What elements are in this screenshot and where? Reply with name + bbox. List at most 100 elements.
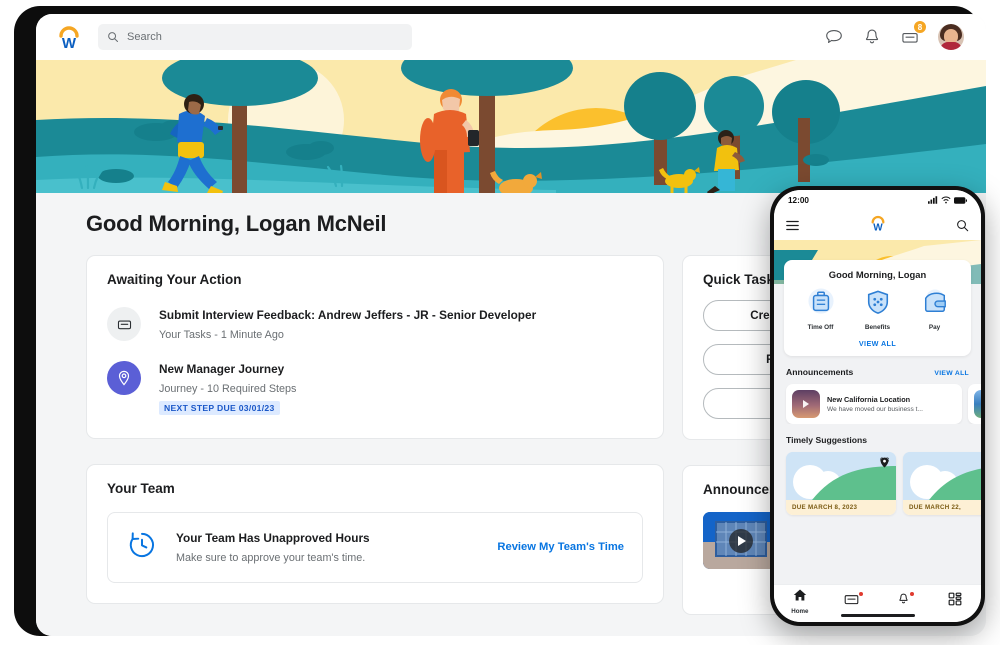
- video-thumbnail[interactable]: [703, 512, 779, 569]
- status-time: 12:00: [788, 196, 809, 205]
- top-navigation-bar: W Search: [36, 14, 986, 60]
- home-indicator: [841, 614, 915, 617]
- tab-home[interactable]: Home: [778, 588, 822, 615]
- phone-screen: 12:00: [774, 190, 981, 622]
- clock-refresh-icon: [126, 529, 158, 566]
- team-alert-row[interactable]: Your Team Has Unapproved Hours Make sure…: [107, 512, 643, 583]
- shield-icon: [865, 288, 891, 316]
- play-icon: [803, 400, 809, 408]
- tab-label: Home: [778, 608, 822, 615]
- wifi-icon: [941, 196, 951, 204]
- inbox-icon: [107, 307, 141, 341]
- chat-icon[interactable]: [824, 27, 844, 47]
- announcement-item[interactable]: New California Location We have moved ou…: [786, 384, 962, 424]
- inbox-icon: [844, 592, 859, 606]
- screenshot-root: W Search: [0, 0, 1000, 645]
- location-pin-icon: [880, 457, 889, 468]
- bell-icon: [897, 592, 910, 606]
- status-icons: [928, 196, 967, 204]
- wallet-icon: [922, 288, 948, 316]
- search-icon: [107, 31, 119, 43]
- tile-time-off[interactable]: Time Off: [795, 288, 847, 331]
- due-badge: NEXT STEP DUE 03/01/23: [159, 401, 280, 415]
- phone-suggestions-header: Timely Suggestions: [774, 424, 981, 445]
- notification-dot: [859, 592, 863, 596]
- phone-status-bar: 12:00: [774, 190, 981, 210]
- phone-quick-actions-card: Good Morning, Logan Time Off: [784, 260, 971, 356]
- left-column: Awaiting Your Action Submit Interview Fe…: [86, 255, 664, 604]
- inbox-icon[interactable]: 8: [900, 27, 920, 47]
- svg-text:W: W: [873, 222, 883, 233]
- avatar[interactable]: [938, 24, 964, 50]
- search-icon[interactable]: [956, 219, 969, 232]
- notification-dot: [910, 592, 914, 596]
- tile-label: Pay: [909, 324, 961, 331]
- svg-text:W: W: [62, 35, 77, 52]
- suggestion-progress: 0/3: [880, 457, 889, 464]
- tab-notifications[interactable]: [881, 592, 925, 611]
- tab-inbox[interactable]: [830, 592, 874, 611]
- tile-label: Time Off: [795, 324, 847, 331]
- announcements-view-all-link[interactable]: VIEW ALL: [934, 370, 969, 377]
- tile-pay[interactable]: Pay: [909, 288, 961, 331]
- inbox-badge-count: 8: [913, 20, 927, 34]
- phone-device-frame: 12:00: [770, 186, 985, 626]
- announcement-body: We have moved our business t...: [827, 406, 923, 413]
- topbar-actions: 8: [824, 24, 968, 50]
- announcement-title: New California Location: [827, 395, 923, 404]
- team-alert-text: Your Team Has Unapproved Hours Make sure…: [176, 531, 479, 564]
- page-title: Good Morning, Logan McNeil: [86, 211, 386, 237]
- bell-icon[interactable]: [862, 27, 882, 47]
- tile-benefits[interactable]: Benefits: [852, 288, 904, 331]
- suggestion-due-badge: DUE MARCH 22,: [903, 500, 981, 515]
- phone-announcements-strip[interactable]: New California Location We have moved ou…: [774, 377, 981, 424]
- video-thumbnail[interactable]: [792, 390, 820, 418]
- action-item-text: New Manager Journey Journey - 10 Require…: [159, 361, 296, 416]
- announcements-title: Announcements: [786, 367, 853, 377]
- your-team-card: Your Team Your Team Has Unapproved: [86, 464, 664, 604]
- announcement-text: New California Location We have moved ou…: [827, 395, 923, 413]
- apps-grid-icon: [948, 592, 962, 606]
- phone-nav-bar: W: [774, 210, 981, 240]
- action-item[interactable]: New Manager Journey Journey - 10 Require…: [107, 361, 643, 416]
- suitcase-icon: [808, 288, 834, 316]
- suggestion-image: [903, 452, 981, 500]
- team-alert-subtitle: Make sure to approve your team's time.: [176, 552, 479, 564]
- suggestion-due-badge: DUE MARCH 8, 2023: [786, 500, 896, 515]
- photo-thumbnail[interactable]: [974, 390, 981, 418]
- tile-label: Benefits: [852, 324, 904, 331]
- action-item-title: Submit Interview Feedback: Andrew Jeffer…: [159, 307, 536, 324]
- phone-announcements-header: Announcements VIEW ALL: [774, 356, 981, 377]
- hamburger-menu-icon[interactable]: [786, 220, 799, 231]
- phone-tiles: Time Off Benefits: [792, 288, 963, 331]
- phone-suggestions-strip[interactable]: 0/3 DUE MARCH 8, 2023: [774, 445, 981, 515]
- phone-tab-bar: Home: [774, 584, 981, 622]
- signal-icon: [928, 196, 938, 204]
- hero-illustration: [36, 60, 986, 193]
- search-input[interactable]: Search: [98, 24, 412, 50]
- phone-greeting: Good Morning, Logan: [792, 269, 963, 280]
- awaiting-title: Awaiting Your Action: [107, 272, 643, 287]
- action-item-subtitle: Journey - 10 Required Steps: [159, 383, 296, 395]
- workday-logo[interactable]: W: [868, 213, 888, 238]
- tab-apps[interactable]: [933, 592, 977, 611]
- suggestion-card[interactable]: DUE MARCH 22,: [903, 452, 981, 515]
- announcement-item[interactable]: [968, 384, 981, 424]
- suggestion-card[interactable]: 0/3 DUE MARCH 8, 2023: [786, 452, 896, 515]
- avatar-body: [940, 42, 962, 50]
- review-team-time-link[interactable]: Review My Team's Time: [497, 541, 624, 553]
- awaiting-your-action-card: Awaiting Your Action Submit Interview Fe…: [86, 255, 664, 439]
- location-pin-icon: [107, 361, 141, 395]
- search-placeholder: Search: [127, 31, 162, 43]
- suggestion-image: 0/3: [786, 452, 896, 500]
- action-item-subtitle: Your Tasks - 1 Minute Ago: [159, 329, 536, 341]
- view-all-link[interactable]: VIEW ALL: [792, 339, 963, 348]
- action-item-text: Submit Interview Feedback: Andrew Jeffer…: [159, 307, 536, 341]
- action-item[interactable]: Submit Interview Feedback: Andrew Jeffer…: [107, 307, 643, 341]
- workday-logo[interactable]: W: [54, 22, 84, 52]
- team-title: Your Team: [107, 481, 643, 496]
- action-item-title: New Manager Journey: [159, 361, 296, 378]
- home-icon: [793, 588, 807, 602]
- play-icon[interactable]: [729, 529, 753, 553]
- suggestions-title: Timely Suggestions: [786, 435, 867, 445]
